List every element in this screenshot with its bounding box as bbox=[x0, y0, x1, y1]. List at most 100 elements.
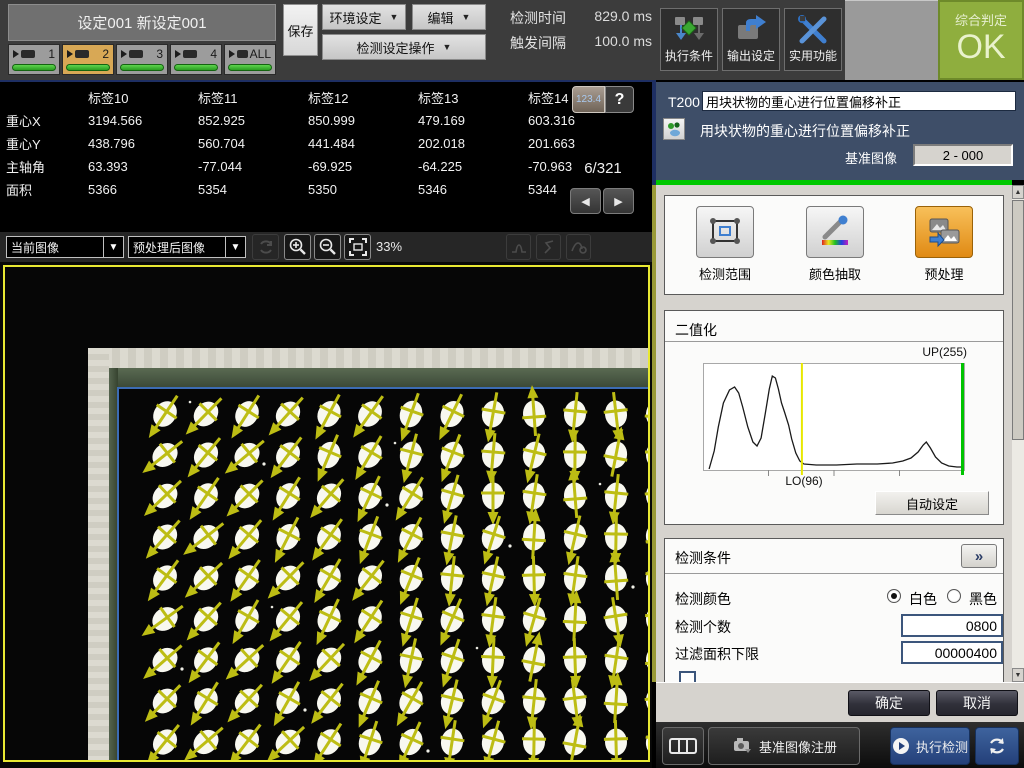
auto-set-button[interactable]: 自动设定 bbox=[875, 491, 989, 515]
camera-icon bbox=[237, 50, 248, 58]
scene-tab-3[interactable]: 3 bbox=[116, 44, 168, 75]
measure-time-stat: 检测时间 829.0 ms bbox=[510, 8, 652, 28]
chevron-down-icon: ▼ bbox=[103, 237, 123, 257]
chevron-down-icon: ▼ bbox=[225, 237, 245, 257]
table-row-label: 面积 bbox=[6, 178, 88, 201]
refresh-image-button[interactable] bbox=[252, 234, 279, 260]
zoom-out-button[interactable] bbox=[314, 234, 341, 260]
scroll-down-button[interactable]: ▼ bbox=[1012, 668, 1024, 682]
menu-environment[interactable]: 环境设定 ▼ bbox=[322, 4, 406, 30]
radio-white-label[interactable]: 白色 bbox=[909, 589, 937, 609]
re-measure-button[interactable] bbox=[975, 727, 1019, 765]
play-icon bbox=[175, 50, 181, 58]
scene-tabs: 1234ALL bbox=[8, 44, 276, 75]
help-button[interactable]: ? bbox=[605, 86, 634, 113]
trigger-interval-value: 100.0 ms bbox=[594, 33, 652, 53]
unit-name-label: 用块状物的重心进行位置偏移补正 bbox=[700, 121, 910, 141]
table-cell: 852.925 bbox=[198, 109, 308, 132]
image-source-select[interactable]: 当前图像 ▼ bbox=[6, 236, 124, 258]
tab-status-bar bbox=[174, 64, 218, 71]
tool-select-group: 检测范围 颜色抽取 bbox=[664, 195, 1004, 295]
ok-button[interactable]: 确定 bbox=[848, 690, 930, 716]
numeric-display-button[interactable]: 123.4 bbox=[572, 86, 605, 113]
image-toolbar: 当前图像 ▼ 预处理后图像 ▼ bbox=[0, 232, 652, 262]
camera-icon bbox=[129, 50, 143, 58]
histogram-plot[interactable] bbox=[703, 363, 965, 471]
table-cell: 850.999 bbox=[308, 109, 418, 132]
scene-tab-4[interactable]: 4 bbox=[170, 44, 222, 75]
trigger-interval-label: 触发间隔 bbox=[510, 33, 566, 53]
menu-environment-label: 环境设定 bbox=[330, 8, 382, 27]
expand-button[interactable]: » bbox=[961, 544, 997, 568]
image-list-button[interactable] bbox=[662, 727, 704, 765]
tab-status-bar bbox=[66, 64, 110, 71]
fit-to-screen-button[interactable] bbox=[344, 234, 371, 260]
zoom-in-button[interactable] bbox=[284, 234, 311, 260]
measure-time-value: 829.0 ms bbox=[594, 8, 652, 28]
table-column-header: 标签11 bbox=[198, 86, 308, 109]
refresh-icon bbox=[257, 238, 275, 256]
camera-icon bbox=[183, 50, 197, 58]
cancel-button[interactable]: 取消 bbox=[936, 690, 1018, 716]
image-source-value: 当前图像 bbox=[7, 239, 103, 256]
scene-tab-1[interactable]: 1 bbox=[8, 44, 60, 75]
table-cell: -64.225 bbox=[418, 155, 528, 178]
play-icon bbox=[13, 50, 19, 58]
detected-blobs-overlay bbox=[5, 267, 650, 762]
filter-area-input[interactable] bbox=[901, 641, 1003, 664]
option-checkbox[interactable] bbox=[679, 671, 696, 682]
menu-edit[interactable]: 编辑 ▼ bbox=[412, 4, 486, 30]
detect-range-button[interactable] bbox=[696, 206, 754, 258]
curve-gear-icon bbox=[570, 239, 588, 255]
preprocess-icon bbox=[926, 215, 962, 249]
chevron-down-icon: ▼ bbox=[390, 12, 399, 22]
histogram-tool-button[interactable] bbox=[506, 234, 531, 260]
unit-number: T200 bbox=[668, 94, 700, 110]
divider bbox=[665, 341, 1003, 342]
output-settings-button[interactable]: 输出设定 bbox=[722, 8, 780, 71]
table-cell: 560.704 bbox=[198, 132, 308, 155]
page-indicator: 6/321 bbox=[560, 160, 646, 177]
scroll-up-button[interactable]: ▲ bbox=[1012, 185, 1024, 199]
detect-range-label: 检测范围 bbox=[685, 264, 765, 283]
prev-page-button[interactable]: ◀ bbox=[570, 188, 601, 214]
register-reference-image-button[interactable]: 基准图像注册 bbox=[708, 727, 860, 765]
profile-tool-button[interactable] bbox=[536, 234, 561, 260]
filmstrip-icon bbox=[669, 737, 697, 755]
scene-tab-2[interactable]: 2 bbox=[62, 44, 114, 75]
tab-status-bar bbox=[120, 64, 164, 71]
wrench-tools-icon bbox=[785, 13, 841, 47]
radio-white[interactable] bbox=[887, 589, 901, 603]
analysis-settings-button[interactable] bbox=[566, 234, 591, 260]
table-cell: 479.169 bbox=[418, 109, 528, 132]
table-cell: 63.393 bbox=[88, 155, 198, 178]
sync-icon bbox=[986, 735, 1008, 757]
color-extract-button[interactable] bbox=[806, 206, 864, 258]
next-page-button[interactable]: ▶ bbox=[603, 188, 634, 214]
utility-button[interactable]: 实用功能 bbox=[784, 8, 842, 71]
table-cell: 5346 bbox=[418, 178, 528, 201]
menu-measure-ops[interactable]: 检测设定操作 ▼ bbox=[322, 34, 486, 60]
table-row-label: 重心Y bbox=[6, 132, 88, 155]
camera-image-viewport[interactable] bbox=[3, 265, 650, 762]
play-icon bbox=[892, 737, 910, 755]
panel-scrollbar[interactable]: ▲ ▼ bbox=[1012, 185, 1024, 682]
unit-title-input[interactable] bbox=[702, 91, 1016, 111]
scrollbar-thumb[interactable] bbox=[1012, 200, 1024, 440]
radio-black-label[interactable]: 黑色 bbox=[969, 589, 997, 609]
table-column-header: 标签12 bbox=[308, 86, 418, 109]
measure-time-label: 检测时间 bbox=[510, 8, 566, 28]
radio-black[interactable] bbox=[947, 589, 961, 603]
binarization-group: 二值化 UP(255) LO(96) 自动设定 bbox=[664, 310, 1004, 525]
execute-measure-button[interactable]: 执行检测 bbox=[890, 727, 970, 765]
detect-color-label: 检测颜色 bbox=[675, 589, 731, 609]
table-cell: -69.925 bbox=[308, 155, 418, 178]
scene-tab-ALL[interactable]: ALL bbox=[224, 44, 276, 75]
bottom-action-bar: 基准图像注册 执行检测 bbox=[656, 722, 1024, 768]
tab-status-bar bbox=[228, 64, 272, 71]
image-stage-select[interactable]: 预处理后图像 ▼ bbox=[128, 236, 246, 258]
save-button[interactable]: 保存 bbox=[283, 4, 318, 56]
detect-count-input[interactable] bbox=[901, 614, 1003, 637]
exec-condition-button[interactable]: 执行条件 bbox=[660, 8, 718, 71]
preprocess-button[interactable] bbox=[915, 206, 973, 258]
